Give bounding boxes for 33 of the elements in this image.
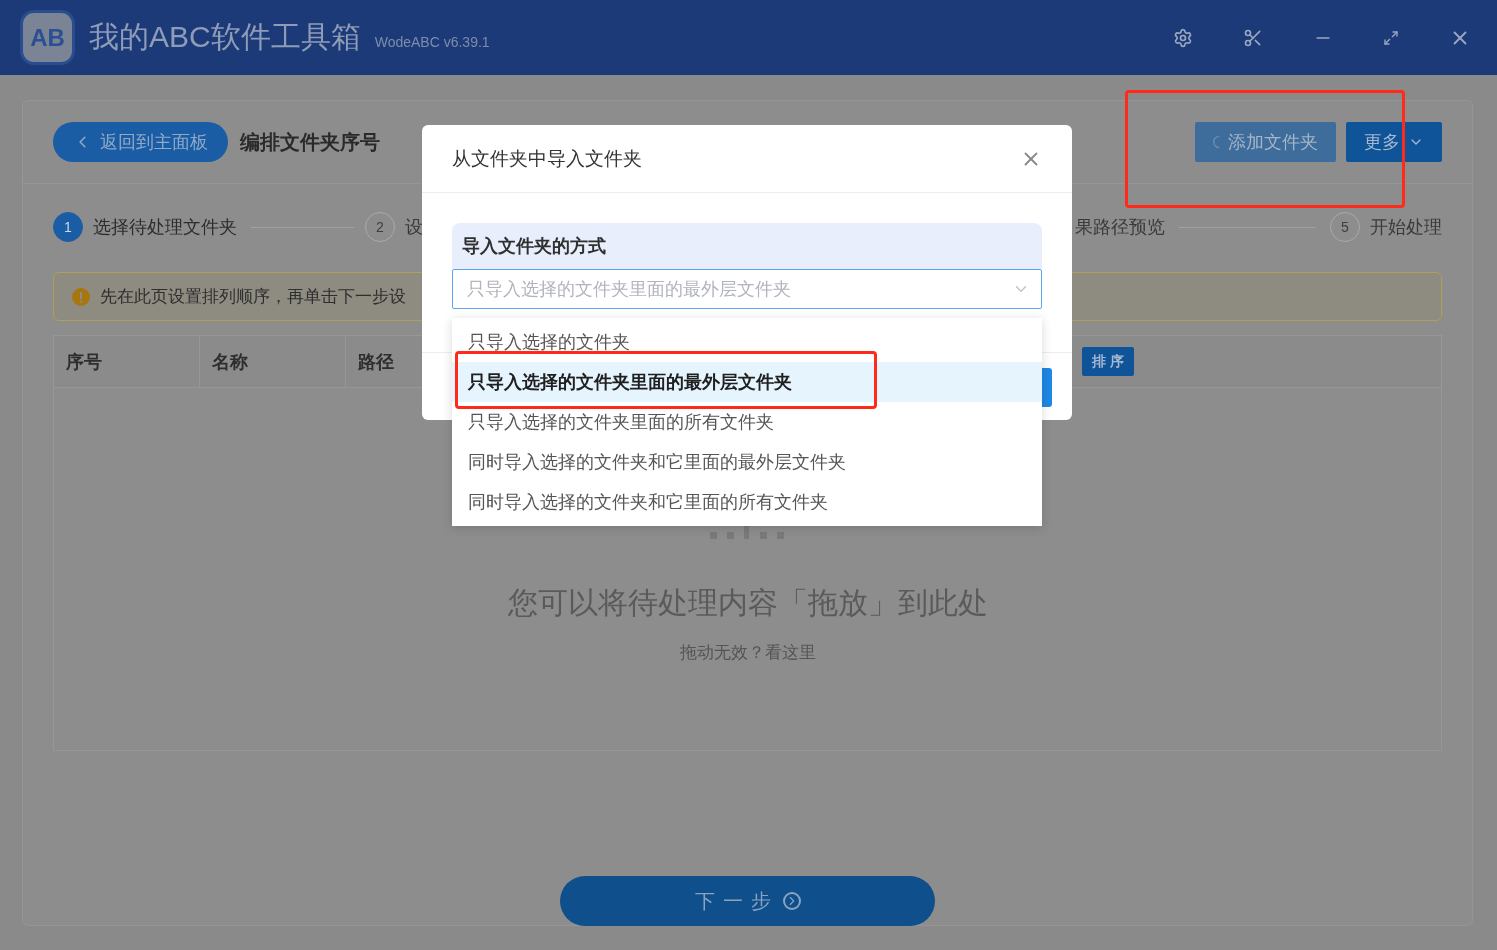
step-label: 开始处理	[1370, 216, 1442, 239]
step-label: 选择待处理文件夹	[93, 216, 237, 239]
help-link[interactable]: 拖动无效？看这里	[679, 641, 816, 664]
notice-text: 先在此页设置排列顺序，再单击下一步设	[100, 286, 406, 308]
maximize-icon[interactable]	[1383, 29, 1399, 46]
dropdown-option[interactable]: 只导入选择的文件夹	[452, 322, 1042, 362]
app-title: 我的ABC软件工具箱	[89, 19, 361, 55]
add-folder-button[interactable]: 添加文件夹	[1195, 122, 1336, 162]
app-version: WodeABC v6.39.1	[374, 33, 490, 50]
step-label: 果路径预览	[1075, 216, 1165, 239]
app-logo: AB	[20, 10, 75, 65]
section-label: 导入文件夹的方式	[452, 223, 1042, 269]
dialog-title: 从文件夹中导入文件夹	[452, 146, 642, 171]
more-button[interactable]: 更多	[1346, 122, 1442, 162]
step-number: 1	[53, 212, 83, 242]
back-button[interactable]: 返回到主面板	[53, 122, 228, 162]
dropdown-option[interactable]: 同时导入选择的文件夹和它里面的最外层文件夹	[452, 442, 1042, 482]
dots-icon	[708, 526, 786, 540]
step-label: 设	[405, 216, 423, 239]
dropdown-option[interactable]: 只导入选择的文件夹里面的所有文件夹	[452, 402, 1042, 442]
dropdown-option[interactable]: 同时导入选择的文件夹和它里面的所有文件夹	[452, 482, 1042, 522]
sort-button[interactable]: 排 序	[1082, 347, 1134, 376]
column-header: 序号	[54, 336, 200, 387]
next-button[interactable]: 下一步	[560, 876, 935, 926]
scissors-icon[interactable]	[1243, 27, 1263, 48]
page-title: 编排文件夹序号	[240, 129, 380, 155]
column-header: 名称	[200, 336, 346, 387]
arrow-circle-icon	[782, 892, 801, 910]
spinner-icon	[1213, 135, 1220, 149]
warning-icon	[72, 287, 90, 306]
settings-icon[interactable]	[1173, 27, 1193, 48]
import-mode-select[interactable]: 只导入选择的文件夹里面的最外层文件夹	[452, 269, 1042, 309]
dropdown-option[interactable]: 只导入选择的文件夹里面的最外层文件夹	[452, 362, 1042, 402]
